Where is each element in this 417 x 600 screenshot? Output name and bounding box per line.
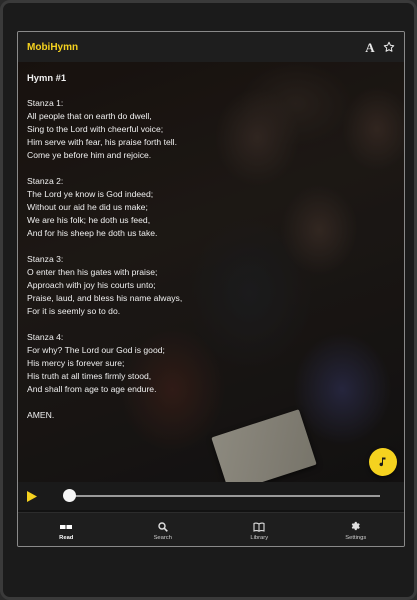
- stanza-label: Stanza 3:: [27, 254, 64, 264]
- search-icon: [158, 521, 168, 533]
- stanza-line: His truth at all times firmly stood,: [27, 371, 152, 381]
- app-screen: MobiHymn A Hymn #1 Stanza 1: All people …: [17, 31, 405, 547]
- stanza-label: Stanza 4:: [27, 332, 64, 342]
- music-note-icon: [377, 456, 389, 468]
- stanza-line: Approach with joy his courts unto;: [27, 280, 156, 290]
- stanza: Stanza 3: O enter then his gates with pr…: [27, 253, 395, 318]
- playback-slider-track[interactable]: [68, 495, 380, 497]
- stanza: Stanza 2: The Lord ye know is God indeed…: [27, 175, 395, 240]
- stanza-line: We are his folk; he doth us feed,: [27, 215, 151, 225]
- stanza: Stanza 1: All people that on earth do dw…: [27, 97, 395, 162]
- nav-item-settings[interactable]: Settings: [308, 513, 405, 546]
- hymn-title: Hymn #1: [27, 72, 67, 83]
- stanza-label: Stanza 2:: [27, 176, 64, 186]
- nav-label: Library: [250, 534, 269, 541]
- stanza-line: And for his sheep he doth us take.: [27, 228, 158, 238]
- bottom-navigation: Read Search Library Settings: [18, 512, 405, 546]
- star-icon[interactable]: [381, 39, 397, 55]
- read-icon: [60, 521, 73, 533]
- stanza-line: And shall from age to age endure.: [27, 384, 157, 394]
- stanza-line: For why? The Lord our God is good;: [27, 345, 165, 355]
- stanza-label: Stanza 1:: [27, 98, 64, 108]
- nav-label: Search: [153, 534, 172, 541]
- stanza-line: Come ye before him and rejoice.: [27, 150, 152, 160]
- nav-item-search[interactable]: Search: [115, 513, 212, 546]
- nav-label: Read: [59, 534, 74, 541]
- nav-label: Settings: [345, 534, 367, 541]
- stanza-line: Sing to the Lord with cheerful voice;: [27, 124, 164, 134]
- play-icon[interactable]: [27, 490, 39, 502]
- stanza: Stanza 4: For why? The Lord our God is g…: [27, 331, 395, 396]
- library-icon: [253, 521, 265, 533]
- nav-item-library[interactable]: Library: [211, 513, 308, 546]
- playback-slider-thumb[interactable]: [63, 489, 76, 502]
- stanza-line: For it is seemly so to do.: [27, 306, 121, 316]
- app-title: MobiHymn: [27, 41, 79, 53]
- hymn-text: Hymn #1 Stanza 1: All people that on ear…: [27, 71, 395, 422]
- hymn-content-area[interactable]: Hymn #1 Stanza 1: All people that on ear…: [18, 62, 404, 482]
- font-size-icon[interactable]: A: [362, 39, 378, 55]
- music-note-button[interactable]: [369, 448, 397, 476]
- device-frame: MobiHymn A Hymn #1 Stanza 1: All people …: [0, 0, 417, 600]
- stanza-line: All people that on earth do dwell,: [27, 111, 152, 121]
- stanza-line: The Lord ye know is God indeed;: [27, 189, 154, 199]
- stanza-line: His mercy is forever sure;: [27, 358, 125, 368]
- stanza-line: O enter then his gates with praise;: [27, 267, 158, 277]
- nav-item-read[interactable]: Read: [18, 513, 115, 546]
- hymn-closing: AMEN.: [27, 410, 55, 420]
- app-bar: MobiHymn A: [18, 32, 404, 62]
- stanza-line: Praise, laud, and bless his name always,: [27, 293, 183, 303]
- audio-player: [18, 482, 404, 510]
- stanza-line: Without our aid he did us make;: [27, 202, 148, 212]
- settings-icon: [350, 521, 361, 533]
- stanza-line: Him serve with fear, his praise forth te…: [27, 137, 177, 147]
